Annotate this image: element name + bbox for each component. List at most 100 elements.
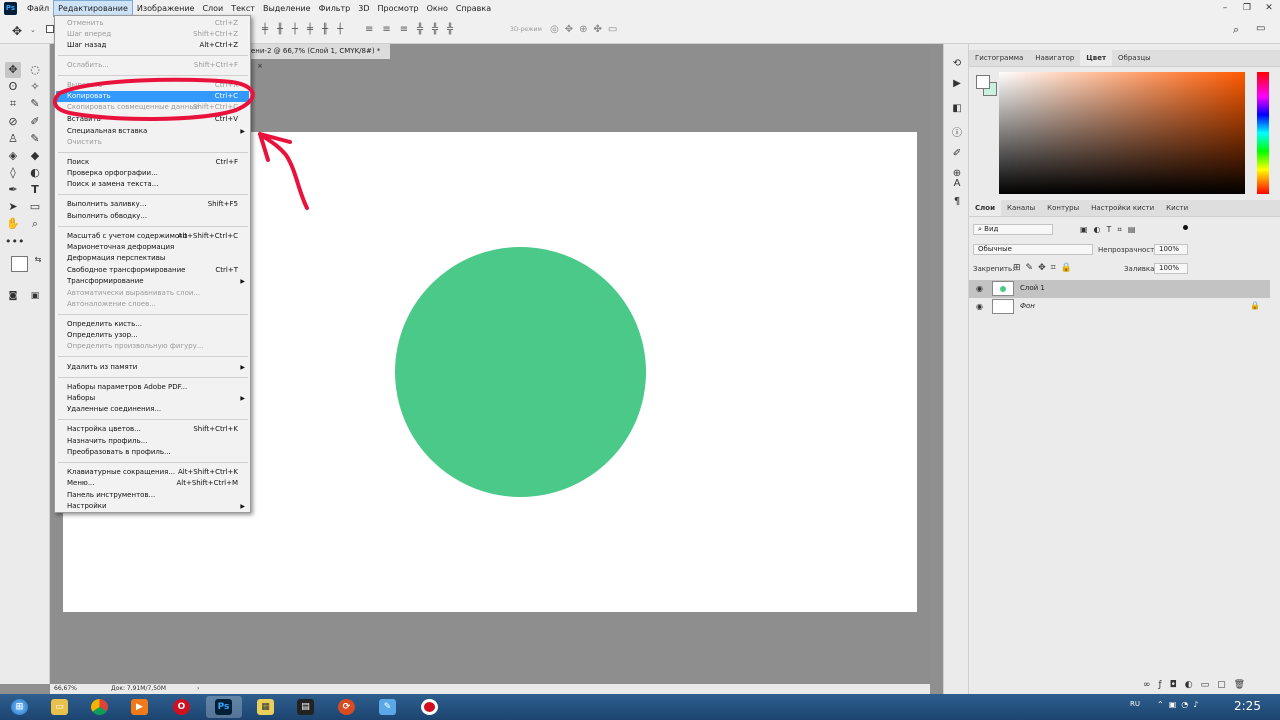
menu-item-search[interactable]: Поиск Ctrl+F [56,157,249,168]
zoom-level[interactable]: 66,67% [54,684,77,694]
menu-item-step-forward[interactable]: Шаг вперед Shift+Ctrl+Z [56,29,249,40]
menu-item-stroke[interactable]: Выполнить обводку... [56,211,249,222]
document-tab[interactable]: ени-2 @ 66,7% (Слой 1, CMYK/8#) * × [245,44,390,70]
marquee-tool-icon[interactable]: ◌ [27,62,43,78]
menu-item-fill[interactable]: Выполнить заливку... Shift+F5 [56,199,249,210]
zoom-tool-icon[interactable]: ⌕ [27,216,43,232]
visibility-eye-icon[interactable]: ◉ [976,302,983,311]
tab-color[interactable]: Цвет [1080,50,1113,66]
align-icons[interactable]: ╪╫┼╪╫┼ [262,24,352,35]
menu-item-puppet-warp[interactable]: Марионеточная деформация [56,242,249,253]
menu-item-fade[interactable]: Ослабить... Shift+Ctrl+F [56,60,249,71]
menu-3d[interactable]: 3D [354,0,373,17]
tab-navigator[interactable]: Навигатор [1029,50,1080,66]
taskbar-calendar[interactable]: ▦ [248,696,284,718]
hand-tool-icon[interactable]: ✋ [5,216,21,232]
menu-item-copy[interactable]: Копировать Ctrl+C [56,91,249,102]
move-tool-icon[interactable]: ✥ [5,62,21,78]
menu-item-content-aware-scale[interactable]: Масштаб с учетом содержимого Alt+Shift+Ct… [56,231,249,242]
taskbar-video-editor[interactable]: ▤ [288,696,324,718]
clock-time[interactable]: 2:25 [1234,699,1261,713]
tab-channels[interactable]: Каналы [1001,200,1041,216]
taskbar-notes[interactable]: ✎ [370,696,406,718]
menu-item-paste-special[interactable]: Специальная вставка ▶ [56,126,249,137]
path-selection-tool-icon[interactable]: ➤ [5,199,21,215]
dodge-tool-icon[interactable]: ◐ [27,165,43,181]
menu-item-free-transform[interactable]: Свободное трансформирование Ctrl+T [56,265,249,276]
history-brush-tool-icon[interactable]: ✎ [27,131,43,147]
tab-layers[interactable]: Слои [969,200,1001,216]
search-icon[interactable]: ⌕ [1233,23,1239,37]
menu-item-find-replace[interactable]: Поиск и замена текста... [56,179,249,190]
layer-filter-icons[interactable]: ▣◐T⌗▤ [1080,225,1142,235]
eyedropper-tool-icon[interactable]: ✎ [27,96,43,112]
foreground-color-swatch[interactable] [11,256,28,272]
menu-item-purge[interactable]: Удалить из памяти ▶ [56,362,249,373]
taskbar-chrome[interactable] [82,696,118,718]
tray-icons[interactable]: ⌃▣◔♪ [1157,700,1203,709]
menu-item-define-shape[interactable]: Определить произвольную фигуру... [56,341,249,352]
quick-mask-icon[interactable]: ◙ [5,288,21,304]
tab-brush-settings[interactable]: Настройки кисти [1085,200,1160,216]
more-tools-icon[interactable]: ••• [5,234,24,250]
menu-item-convert-profile[interactable]: Преобразовать в профиль... [56,447,249,458]
layers-footer-icons[interactable]: ∞ƒ◘◐▭▢🗑 [1143,680,1253,690]
healing-tool-icon[interactable]: ⊘ [5,114,21,130]
blend-mode-select[interactable]: Обычные [973,244,1093,255]
blur-tool-icon[interactable]: ◊ [5,165,21,181]
brush-tool-icon[interactable]: ✐ [27,114,43,130]
close-tab-icon[interactable]: × [257,62,263,70]
tab-histogram[interactable]: Гистограмма [969,50,1029,66]
menu-item-cut[interactable]: Вырезать Ctrl+X [56,80,249,91]
actions-play-icon[interactable]: ▶ [950,78,964,92]
info-icon[interactable]: ⓘ [950,124,964,139]
hue-slider[interactable] [1257,72,1269,194]
menu-item-define-brush[interactable]: Определить кисть... [56,319,249,330]
menu-item-copy-merged[interactable]: Скопировать совмещенные данные Shift+Ctrl… [56,102,249,113]
menu-item-keyboard-shortcuts[interactable]: Клавиатурные сокращения... Alt+Shift+Ctrl… [56,467,249,478]
menu-item-transform[interactable]: Трансформирование ▶ [56,276,249,287]
auto-select-checkbox[interactable] [46,25,54,33]
lasso-tool-icon[interactable]: ʘ [5,79,21,95]
menu-item-auto-align[interactable]: Автоматически выравнивать слои... [56,288,249,299]
taskbar-media-player[interactable]: ▶ [122,696,158,718]
filter-toggle-icon[interactable] [1183,225,1188,230]
menu-help[interactable]: Справка [452,0,495,17]
layer-filter-select[interactable]: ⌕ Вид [973,224,1053,235]
tab-brushes[interactable]: Кисти [1160,200,1194,216]
menu-item-remote-connections[interactable]: Удаленные соединения... [56,404,249,415]
layer-row-background[interactable]: ◉ Фон 🔒 [969,298,1270,316]
menu-item-paste[interactable]: Вставить Ctrl+V [56,114,249,125]
paint-bucket-tool-icon[interactable]: ◆ [27,148,43,164]
menu-window[interactable]: Окно [423,0,452,17]
green-circle-shape[interactable] [395,247,646,497]
swap-colors-icon[interactable]: ⇆ [30,252,46,268]
color-picker-field[interactable] [999,72,1245,194]
3d-tools-icons[interactable]: ◎✥⊕✤▭ [550,24,623,35]
taskbar-recorder[interactable] [412,696,448,718]
type-tool-icon[interactable]: T [27,182,43,198]
menu-select[interactable]: Выделение [259,0,315,17]
menu-item-presets[interactable]: Наборы ▶ [56,393,249,404]
menu-item-assign-profile[interactable]: Назначить профиль... [56,436,249,447]
distribute-icons[interactable]: ≡≡≡╬╬╬ [365,24,462,35]
move-tool-icon[interactable]: ✥ [12,24,22,38]
lock-icons[interactable]: ⊞✎✥⌗🔒 [1013,263,1077,273]
tab-paths[interactable]: Контуры [1041,200,1085,216]
stamp-tool-icon[interactable]: ♙ [5,131,21,147]
menu-item-step-backward[interactable]: Шаг назад Alt+Ctrl+Z [56,40,249,51]
start-button[interactable]: ⊞ [2,696,38,718]
menu-item-toolbar[interactable]: Панель инструментов... [56,490,249,501]
menu-view[interactable]: Просмотр [374,0,423,17]
menu-file[interactable]: Файл [23,0,53,17]
taskbar-explorer[interactable]: ▭ [42,696,78,718]
adjustments-icon[interactable]: ◧ [950,103,964,117]
restore-icon[interactable]: ❐ [1236,0,1258,17]
rectangle-tool-icon[interactable]: ▭ [27,199,43,215]
menu-item-preferences[interactable]: Настройки ▶ [56,501,249,512]
brush-presets-icon[interactable]: ✐ [950,148,964,162]
workspace-icon[interactable]: ▭ [1256,23,1265,34]
menu-item-menus[interactable]: Меню... Alt+Shift+Ctrl+M [56,478,249,489]
menu-item-perspective-warp[interactable]: Деформация перспективы [56,253,249,264]
menu-item-auto-blend[interactable]: Автоналожение слоев... [56,299,249,310]
